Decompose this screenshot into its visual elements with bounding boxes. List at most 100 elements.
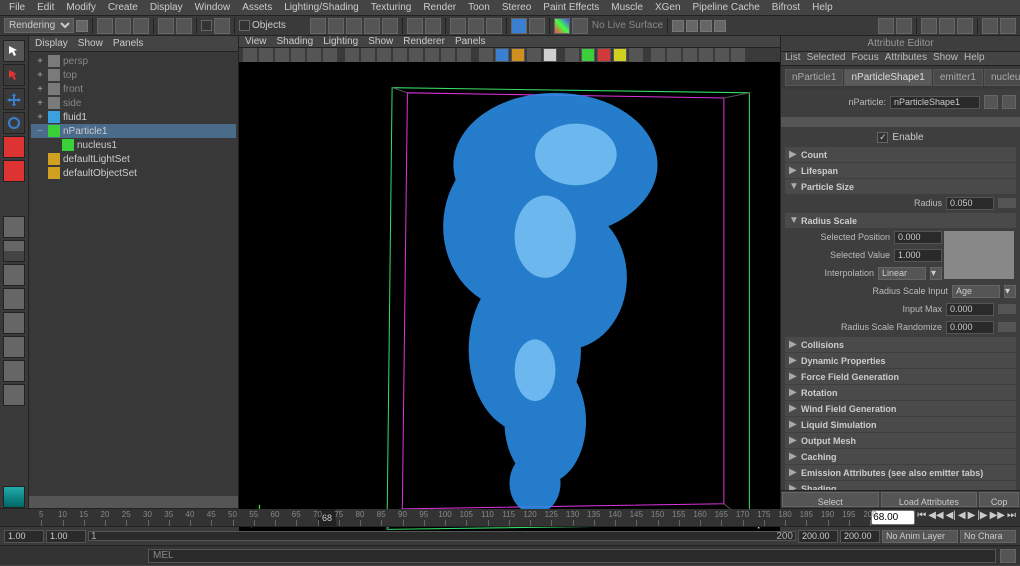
expand-toggle-icon[interactable]: + <box>35 56 45 67</box>
viewport-tool-icon[interactable] <box>629 48 643 62</box>
magnet-icon[interactable] <box>572 18 588 34</box>
menu-bifrost[interactable]: Bifrost <box>767 2 805 13</box>
viewport-canvas[interactable]: 0.1 fps <box>239 62 780 535</box>
xform-icon[interactable] <box>672 20 684 32</box>
attr-menu-focus[interactable]: Focus <box>851 52 878 65</box>
load-attr-button[interactable]: Load Attributes <box>881 492 978 507</box>
viewport-tool-icon[interactable] <box>543 48 557 62</box>
workspace-dropdown[interactable]: Rendering <box>4 18 74 33</box>
layout-icon[interactable] <box>3 360 25 382</box>
viewport-tool-icon[interactable] <box>495 48 509 62</box>
outliner-item-side[interactable]: +side <box>31 96 236 110</box>
sel-val-field[interactable] <box>894 249 942 262</box>
menu-pipelinecache[interactable]: Pipeline Cache <box>688 2 765 13</box>
xform-icon[interactable] <box>714 20 726 32</box>
rs-input-dropdown[interactable]: Age <box>952 285 1000 298</box>
expand-toggle-icon[interactable]: + <box>35 84 45 95</box>
rewind-icon[interactable]: ⏮ <box>917 510 926 525</box>
menu-create[interactable]: Create <box>103 2 143 13</box>
viewport-tool-icon[interactable] <box>259 48 273 62</box>
viewport-tool-icon[interactable] <box>527 48 541 62</box>
section-liquid-simulation[interactable]: ▶Liquid Simulation <box>785 417 1016 432</box>
script-editor-icon[interactable] <box>1000 549 1016 563</box>
viewport-menu-view[interactable]: View <box>245 36 267 47</box>
shelf-icon[interactable] <box>76 20 88 32</box>
input-max-slider[interactable] <box>998 304 1016 314</box>
attr-tab-emitter1[interactable]: emitter1 <box>933 69 983 86</box>
viewport-tool-icon[interactable] <box>597 48 611 62</box>
play-back-icon[interactable]: ◀ <box>958 510 966 525</box>
editor-icon[interactable] <box>982 18 998 34</box>
section-force-field-generation[interactable]: ▶Force Field Generation <box>785 369 1016 384</box>
layout-icon[interactable] <box>3 336 25 358</box>
viewport-tool-icon[interactable] <box>565 48 579 62</box>
snap-grid-icon[interactable] <box>310 18 326 34</box>
viewport-tool-icon[interactable] <box>651 48 665 62</box>
viewport-tool-icon[interactable] <box>699 48 713 62</box>
attr-tab-nucleus1[interactable]: nucleus1 <box>984 69 1020 86</box>
expand-toggle-icon[interactable]: − <box>35 126 45 137</box>
viewport-tool-icon[interactable] <box>511 48 525 62</box>
viewport-tool-icon[interactable] <box>345 48 359 62</box>
xform-icon[interactable] <box>686 20 698 32</box>
menu-help[interactable]: Help <box>807 2 838 13</box>
outliner-item-nucleus1[interactable]: nucleus1 <box>31 138 236 152</box>
rs-rand-field[interactable] <box>946 321 994 334</box>
expand-toggle-icon[interactable]: + <box>35 70 45 81</box>
viewport-tool-icon[interactable] <box>307 48 321 62</box>
snap-point-icon[interactable] <box>346 18 362 34</box>
attr-menu-show[interactable]: Show <box>933 52 958 65</box>
outliner-menu-panels[interactable]: Panels <box>113 38 144 49</box>
attr-menu-help[interactable]: Help <box>964 52 985 65</box>
rs-rand-slider[interactable] <box>998 322 1016 332</box>
redo-icon[interactable] <box>176 18 192 34</box>
rotate-tool-icon[interactable] <box>3 112 25 134</box>
radius-slider[interactable] <box>998 198 1016 208</box>
history-icon[interactable] <box>407 18 423 34</box>
viewport-tool-icon[interactable] <box>377 48 391 62</box>
new-scene-icon[interactable] <box>97 18 113 34</box>
viewport-menu-shading[interactable]: Shading <box>277 36 314 47</box>
outliner-item-defaultlightset[interactable]: defaultLightSet <box>31 152 236 166</box>
prev-key-icon[interactable]: ◀| <box>946 510 956 525</box>
viewport-menu-show[interactable]: Show <box>368 36 393 47</box>
viewport-tool-icon[interactable] <box>441 48 455 62</box>
open-scene-icon[interactable] <box>115 18 131 34</box>
menu-xgen[interactable]: XGen <box>650 2 686 13</box>
select-button[interactable]: Select <box>782 492 879 507</box>
start-frame-field[interactable] <box>4 530 44 543</box>
menu-window[interactable]: Window <box>190 2 236 13</box>
preset-icon[interactable] <box>1002 95 1016 109</box>
layout-icon[interactable] <box>3 312 25 334</box>
menu-modify[interactable]: Modify <box>61 2 100 13</box>
menu-assets[interactable]: Assets <box>237 2 277 13</box>
command-line[interactable]: MEL <box>148 549 996 563</box>
interp-dropdown[interactable]: Linear <box>878 267 926 280</box>
scale-tool-icon[interactable] <box>3 136 25 158</box>
dropdown-arrow-icon[interactable]: ▾ <box>930 267 942 280</box>
ipr-icon[interactable] <box>468 18 484 34</box>
dropdown-arrow-icon[interactable]: ▾ <box>1004 285 1016 298</box>
move-tool-icon[interactable] <box>3 88 25 110</box>
editor-icon[interactable] <box>957 18 973 34</box>
focus-icon[interactable] <box>984 95 998 109</box>
viewport-tool-icon[interactable] <box>409 48 423 62</box>
attr-menu-selected[interactable]: Selected <box>807 52 846 65</box>
menu-muscle[interactable]: Muscle <box>606 2 648 13</box>
viewport-menu-lighting[interactable]: Lighting <box>323 36 358 47</box>
attr-tab-nparticleshape1[interactable]: nParticleShape1 <box>844 69 931 86</box>
range-slider[interactable]: 1200 <box>88 531 796 541</box>
viewport-tool-icon[interactable] <box>667 48 681 62</box>
viewport-tool-icon[interactable] <box>323 48 337 62</box>
menu-file[interactable]: File <box>4 2 30 13</box>
section-caching[interactable]: ▶Caching <box>785 449 1016 464</box>
section-rotation[interactable]: ▶Rotation <box>785 385 1016 400</box>
section-lifespan[interactable]: ▶Lifespan <box>785 163 1016 178</box>
menu-texturing[interactable]: Texturing <box>366 2 417 13</box>
section-emission-attributes-see-also-emitter-tabs-[interactable]: ▶Emission Attributes (see also emitter t… <box>785 465 1016 480</box>
viewport-tool-icon[interactable] <box>457 48 471 62</box>
section-collisions[interactable]: ▶Collisions <box>785 337 1016 352</box>
tab-scrollbar[interactable] <box>781 117 1020 127</box>
section-particle-size[interactable]: ▼Particle Size <box>785 179 1016 194</box>
viewport-tool-icon[interactable] <box>683 48 697 62</box>
